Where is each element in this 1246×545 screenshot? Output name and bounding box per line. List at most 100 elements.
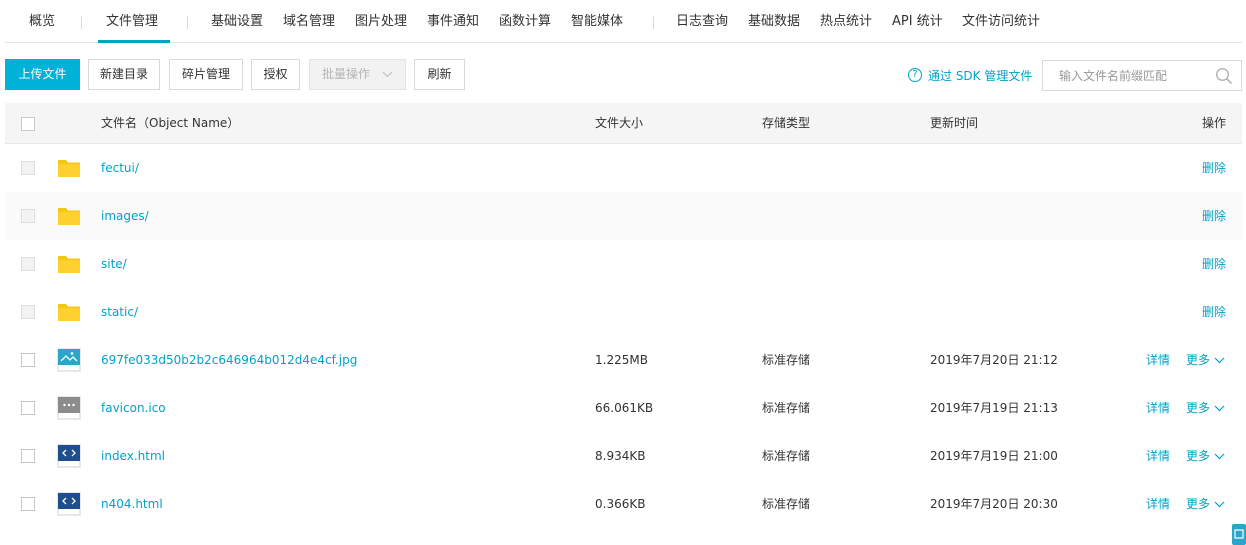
detail-action[interactable]: 详情 [1146, 400, 1170, 416]
updated-time: 2019年7月20日 20:30 [930, 497, 1058, 511]
file-name-link[interactable]: favicon.ico [101, 400, 166, 416]
storage-type: 标准存储 [762, 401, 811, 415]
chevron-down-icon [1214, 357, 1225, 363]
sdk-manage-files-link[interactable]: ? 通过 SDK 管理文件 [908, 66, 1032, 84]
chevron-down-icon [382, 71, 393, 78]
folder-icon [58, 256, 80, 273]
folder-icon [58, 160, 80, 177]
file-size: 8.934KB [595, 449, 646, 463]
updated-time: 2019年7月19日 21:00 [930, 449, 1058, 463]
row-checkbox [21, 305, 35, 319]
row-checkbox[interactable] [21, 401, 35, 415]
more-label: 更多 [1186, 401, 1211, 415]
row-checkbox [21, 161, 35, 175]
nav-separator [653, 16, 654, 29]
more-action[interactable]: 更多 [1186, 400, 1225, 416]
top-nav: 概览 文件管理 基础设置 域名管理 图片处理 事件通知 函数计算 智能媒体 日志… [5, 0, 1242, 43]
column-header-name: 文件名（Object Name） [101, 116, 240, 130]
column-header-updated-time: 更新时间 [930, 116, 979, 130]
tab-file-management[interactable]: 文件管理 [106, 13, 158, 31]
more-label: 更多 [1186, 353, 1211, 367]
table-row: site/ 删除 [5, 240, 1242, 288]
detail-action[interactable]: 详情 [1146, 496, 1170, 512]
delete-action[interactable]: 删除 [1202, 208, 1226, 224]
file-name-link[interactable]: fectui/ [101, 160, 139, 176]
table-header: 文件名（Object Name） 文件大小 存储类型 更新时间 操作 [5, 103, 1242, 144]
file-name-link[interactable]: n404.html [101, 496, 163, 512]
row-checkbox [21, 257, 35, 271]
table-row: fectui/ 删除 [5, 144, 1242, 192]
column-header-storage-type: 存储类型 [762, 116, 811, 130]
storage-type: 标准存储 [762, 353, 811, 367]
more-action[interactable]: 更多 [1186, 448, 1225, 464]
search-box [1042, 60, 1242, 91]
delete-action[interactable]: 删除 [1202, 304, 1226, 320]
row-checkbox[interactable] [21, 497, 35, 511]
row-checkbox[interactable] [21, 449, 35, 463]
file-name-link[interactable]: site/ [101, 256, 127, 272]
upload-file-button[interactable]: 上传文件 [5, 59, 80, 90]
file-size: 1.225MB [595, 353, 648, 367]
table-row: 697fe033d50b2b2c646964b012d4e4cf.jpg 1.2… [5, 336, 1242, 384]
row-checkbox [21, 209, 35, 223]
tab-basic-settings[interactable]: 基础设置 [211, 13, 263, 31]
ico-file-icon [57, 396, 81, 420]
tab-api-statistics[interactable]: API 统计 [892, 13, 943, 31]
detail-action[interactable]: 详情 [1146, 352, 1170, 368]
detail-action[interactable]: 详情 [1146, 448, 1170, 464]
help-circle-icon: ? [908, 68, 922, 82]
chevron-down-icon [1214, 405, 1225, 411]
tab-image-processing[interactable]: 图片处理 [355, 13, 407, 31]
storage-type: 标准存储 [762, 449, 811, 463]
more-action[interactable]: 更多 [1186, 496, 1225, 512]
batch-operation-button[interactable]: 批量操作 [309, 59, 406, 90]
table-row: static/ 删除 [5, 288, 1242, 336]
tab-domain-management[interactable]: 域名管理 [283, 13, 335, 31]
table-row: index.html 8.934KB 标准存储 2019年7月19日 21:00… [5, 432, 1242, 480]
authorize-button[interactable]: 授权 [251, 59, 300, 90]
file-size: 0.366KB [595, 497, 646, 511]
more-action[interactable]: 更多 [1186, 352, 1225, 368]
tab-intelligent-media[interactable]: 智能媒体 [571, 13, 623, 31]
chevron-down-icon [1214, 453, 1225, 459]
floating-feedback-icon[interactable] [1232, 524, 1246, 545]
nav-separator [187, 16, 188, 29]
tab-function-compute[interactable]: 函数计算 [499, 13, 551, 31]
folder-icon [58, 208, 80, 225]
search-icon[interactable] [1215, 67, 1233, 85]
more-label: 更多 [1186, 449, 1211, 463]
table-row: favicon.ico 66.061KB 标准存储 2019年7月19日 21:… [5, 384, 1242, 432]
fragment-management-button[interactable]: 碎片管理 [169, 59, 243, 90]
file-name-link[interactable]: images/ [101, 208, 149, 224]
html-file-icon [57, 492, 81, 516]
tab-hotspot-statistics[interactable]: 热点统计 [820, 13, 872, 31]
html-file-icon [57, 444, 81, 468]
chevron-down-icon [1214, 501, 1225, 507]
tab-log-query[interactable]: 日志查询 [676, 13, 728, 31]
new-directory-button[interactable]: 新建目录 [88, 59, 160, 90]
updated-time: 2019年7月19日 21:13 [930, 401, 1058, 415]
refresh-button[interactable]: 刷新 [414, 59, 465, 90]
delete-action[interactable]: 删除 [1202, 160, 1226, 176]
table-row: images/ 删除 [5, 192, 1242, 240]
more-label: 更多 [1186, 497, 1211, 511]
select-all-checkbox[interactable] [21, 117, 35, 131]
tab-basic-data[interactable]: 基础数据 [748, 13, 800, 31]
tab-event-notification[interactable]: 事件通知 [427, 13, 479, 31]
delete-action[interactable]: 删除 [1202, 256, 1226, 272]
column-header-actions: 操作 [1202, 116, 1227, 130]
image-file-icon [57, 348, 81, 372]
tab-file-access-statistics[interactable]: 文件访问统计 [962, 13, 1040, 31]
storage-type: 标准存储 [762, 497, 811, 511]
file-name-link[interactable]: static/ [101, 304, 138, 320]
table-row: n404.html 0.366KB 标准存储 2019年7月20日 20:30 … [5, 480, 1242, 528]
row-checkbox[interactable] [21, 353, 35, 367]
active-tab-indicator [98, 40, 170, 43]
file-name-link[interactable]: index.html [101, 448, 165, 464]
folder-icon [58, 304, 80, 321]
search-input[interactable] [1043, 61, 1211, 90]
batch-operation-label: 批量操作 [321, 67, 370, 81]
file-name-link[interactable]: 697fe033d50b2b2c646964b012d4e4cf.jpg [101, 352, 357, 368]
sdk-link-label: 通过 SDK 管理文件 [928, 68, 1033, 83]
tab-overview[interactable]: 概览 [29, 13, 55, 31]
